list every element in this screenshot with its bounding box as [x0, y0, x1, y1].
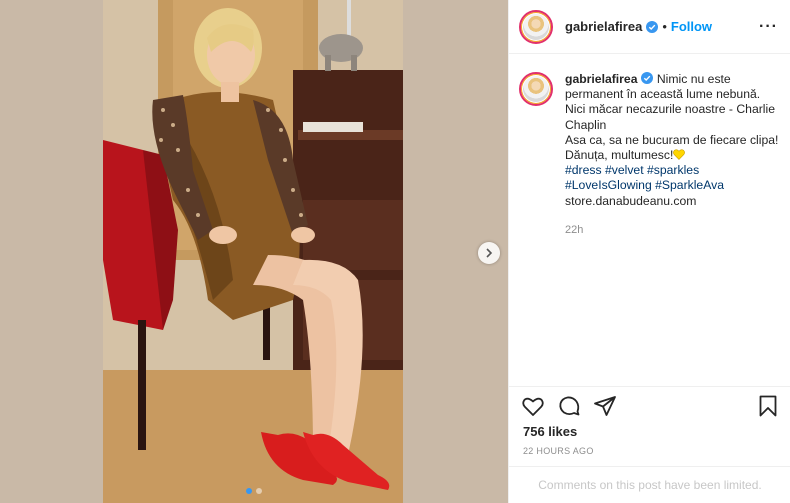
carousel-dots [246, 488, 262, 494]
caption-time[interactable]: 22h [565, 224, 583, 236]
save-button[interactable] [756, 394, 780, 418]
carousel-dot [256, 488, 262, 494]
bookmark-icon[interactable] [756, 394, 780, 418]
comments-limited-notice: Comments on this post have been limited. [538, 478, 762, 492]
photo-illustration [103, 0, 403, 503]
caption-text: gabrielafirea Nimic nu este permanent în… [565, 72, 781, 209]
paper-plane-icon[interactable] [593, 394, 617, 418]
more-options-button[interactable]: ··· [759, 18, 778, 36]
post-photo[interactable] [103, 0, 403, 503]
carousel-dot [246, 488, 252, 494]
hashtag-link[interactable]: #SparkleAva [655, 178, 724, 192]
divider [509, 466, 790, 467]
divider [509, 386, 790, 387]
post-details-panel: gabrielafirea • Follow ··· gabrielafirea… [508, 0, 790, 503]
caption-line-2: Asa ca, sa ne bucuram de fiecare clipa! … [565, 132, 779, 163]
post-timestamp[interactable]: 22 HOURS AGO [523, 446, 594, 456]
heart-icon[interactable] [521, 394, 545, 418]
comment-bubble-icon[interactable] [557, 394, 581, 418]
avatar[interactable] [519, 9, 553, 44]
verified-badge-icon [641, 72, 654, 84]
caption-avatar[interactable] [519, 72, 553, 106]
caption-username[interactable]: gabrielafirea [565, 72, 637, 86]
media-area [0, 0, 508, 503]
hashtag-link[interactable]: #LoveIsGlowing [565, 178, 652, 192]
chevron-right-icon [486, 248, 493, 258]
username-link[interactable]: gabrielafirea [565, 19, 642, 34]
action-bar [521, 394, 617, 418]
next-slide-button[interactable] [478, 242, 500, 264]
likes-count[interactable]: 756 likes [523, 424, 577, 439]
follow-button[interactable]: Follow [671, 19, 712, 34]
post-header: gabrielafirea • Follow ··· [509, 0, 790, 54]
hashtag-link[interactable]: #dress [565, 163, 602, 177]
separator-dot: • [662, 19, 667, 34]
hashtag-link[interactable]: #velvet [605, 163, 644, 177]
yellow-heart-emoji [673, 149, 686, 160]
caption-store-link: store.danabudeanu.com [565, 193, 697, 208]
post-caption: gabrielafirea Nimic nu este permanent în… [519, 72, 781, 209]
verified-badge-icon [646, 20, 659, 33]
hashtag-link[interactable]: #sparkles [647, 163, 699, 177]
